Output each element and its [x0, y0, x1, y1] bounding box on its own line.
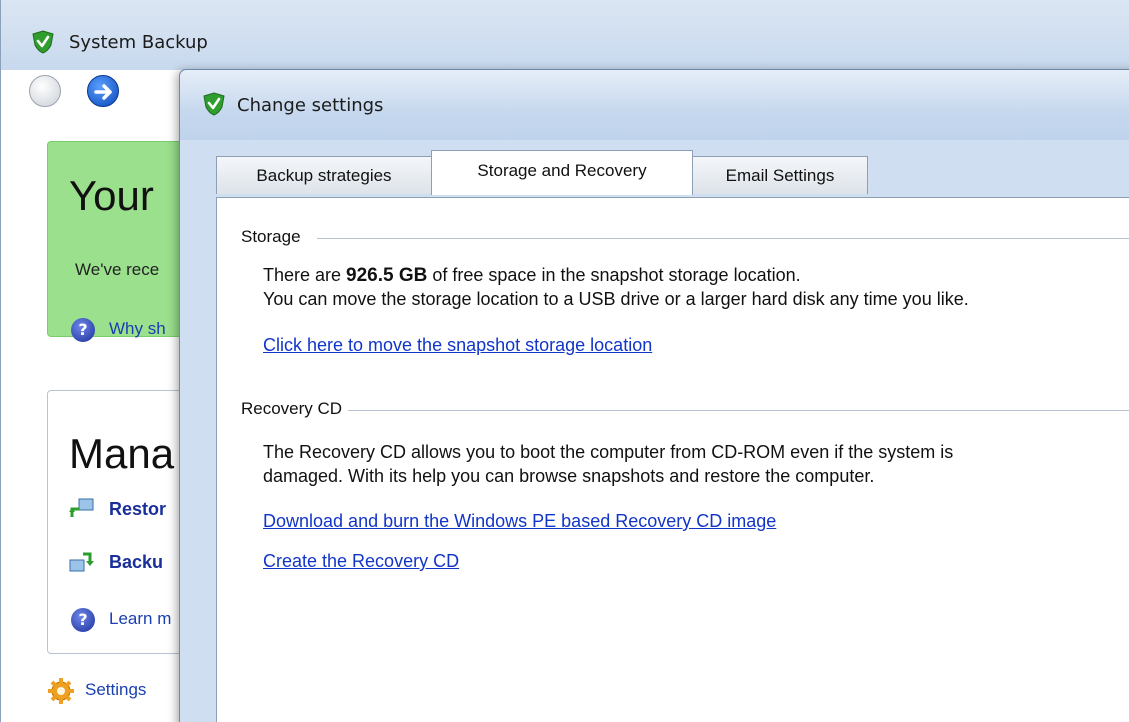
back-button[interactable]	[29, 75, 61, 107]
help-icon: ?	[71, 608, 95, 632]
tab-page-storage-and-recovery: Storage There are 926.5 GB of free space…	[216, 197, 1129, 722]
storage-heading: Storage	[241, 227, 307, 247]
dialog-title: Change settings	[237, 95, 384, 116]
restore-icon	[69, 498, 94, 517]
shield-icon	[203, 92, 225, 116]
download-recovery-cd-link[interactable]: Download and burn the Windows PE based R…	[263, 511, 776, 532]
settings-link[interactable]: Settings	[85, 680, 146, 700]
shield-icon	[32, 30, 54, 54]
backup-icon	[69, 552, 94, 572]
recovery-description-line-2: damaged. With its help you can browse sn…	[263, 466, 875, 486]
forward-button[interactable]	[87, 75, 119, 107]
storage-group-line	[317, 238, 1129, 239]
free-space-prefix: There are	[263, 265, 347, 285]
tab-storage-and-recovery[interactable]: Storage and Recovery	[431, 150, 693, 195]
free-space-text: There are 926.5 GB of free space in the …	[263, 263, 801, 288]
free-space-value: 926.5 GB	[346, 265, 428, 286]
restore-link[interactable]: Restor	[109, 499, 166, 520]
change-settings-dialog: Change settings Backup strategies Storag…	[179, 69, 1129, 722]
help-icon: ?	[71, 318, 95, 342]
manage-title: Mana	[69, 430, 175, 477]
learn-more-link[interactable]: Learn m	[109, 609, 171, 629]
why-link[interactable]: Why sh	[109, 319, 166, 339]
free-space-suffix: of free space in the snapshot storage lo…	[427, 265, 801, 285]
recovery-heading: Recovery CD	[241, 399, 349, 419]
status-text: We've rece	[75, 260, 160, 279]
arrow-right-icon	[94, 84, 112, 100]
recovery-description-line-1: The Recovery CD allows you to boot the c…	[263, 442, 954, 462]
tab-backup-strategies[interactable]: Backup strategies	[216, 156, 432, 194]
status-title: Your	[69, 172, 154, 219]
main-window-title: System Backup	[69, 32, 208, 53]
status-panel	[47, 141, 197, 337]
move-storage-text: You can move the storage location to a U…	[263, 289, 969, 309]
tab-email-settings[interactable]: Email Settings	[692, 156, 868, 194]
gear-icon	[48, 678, 74, 704]
recovery-group-line	[347, 410, 1129, 411]
create-recovery-cd-link[interactable]: Create the Recovery CD	[263, 551, 459, 572]
move-storage-link[interactable]: Click here to move the snapshot storage …	[263, 335, 652, 356]
backup-link[interactable]: Backu	[109, 552, 163, 573]
